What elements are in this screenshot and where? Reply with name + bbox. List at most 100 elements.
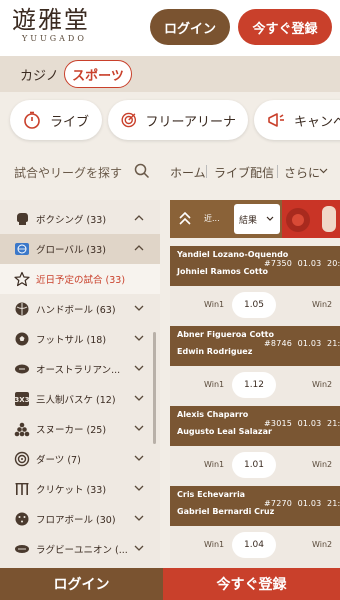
- sidebar-scrollbar[interactable]: [153, 332, 156, 444]
- match-id: #7270: [264, 499, 293, 508]
- sidebar-item-handball[interactable]: ハンドボール (63): [0, 294, 160, 324]
- sidebar-item-aussie-rules[interactable]: オーストラリアン...: [0, 354, 160, 384]
- sidebar-item-cricket[interactable]: クリケット (33): [0, 474, 160, 504]
- match-header[interactable]: Alexis Chaparro Augusto Leal Salazar #30…: [170, 406, 340, 446]
- floorball-icon: [15, 512, 29, 526]
- chevron-down-icon[interactable]: [134, 485, 144, 491]
- win2-label: Win2: [312, 540, 333, 549]
- sidebar-item-label: 近日予定の試合 (33): [36, 275, 126, 286]
- quick-chips: ライブ フリーアリーナ キャンペ: [0, 92, 340, 148]
- match-odds-row: Win1 1.04 Win2: [170, 526, 340, 568]
- category-tabs: カジノ スポーツ: [0, 56, 340, 92]
- away-player: Johniel Ramos Cotto: [177, 267, 269, 276]
- match-filter-bar: 近... 結果: [170, 200, 340, 238]
- match-time: 21:30: [326, 419, 340, 428]
- chip-free-arena[interactable]: フリーアリーナ: [108, 100, 248, 140]
- chevron-down-icon[interactable]: [134, 455, 144, 461]
- globe-flag-icon: [15, 243, 29, 255]
- match-meta: #3015 01.03 21:30: [264, 419, 340, 428]
- match-header[interactable]: Cris Echevarria Gabriel Bernardi Cruz #7…: [170, 486, 340, 526]
- sidebar-item-darts[interactable]: ダーツ (7): [0, 444, 160, 474]
- sidebar-item-global[interactable]: グローバル (33): [0, 234, 160, 264]
- chevron-down-icon[interactable]: [319, 168, 328, 174]
- search-icon[interactable]: [134, 163, 150, 179]
- odds-button[interactable]: 1.01: [232, 452, 276, 478]
- home-player: Cris Echevarria: [177, 490, 246, 499]
- sidebar-item-label: オーストラリアン...: [36, 365, 121, 376]
- nav-home-link[interactable]: ホーム: [170, 164, 206, 181]
- away-player: Edwin Rodriguez: [177, 347, 253, 356]
- nav-divider: [277, 165, 278, 178]
- aussie-ball-icon: [15, 364, 29, 374]
- sidebar-item-label: 三人制バスケ (12): [36, 395, 116, 406]
- match-id: #3015: [264, 419, 293, 428]
- chevron-down-icon[interactable]: [134, 335, 144, 341]
- chevron-up-icon[interactable]: [134, 245, 144, 251]
- logo-text: 遊雅堂: [12, 6, 90, 34]
- chevron-down-icon[interactable]: [134, 515, 144, 521]
- boxing-glove-icon: [17, 213, 28, 225]
- register-button-bottom[interactable]: 今すぐ登録: [163, 568, 340, 600]
- home-player: Yandiel Lozano-Oquendo: [177, 250, 289, 259]
- yuugado-logo[interactable]: 遊雅堂 YUUGADO: [12, 6, 112, 44]
- sidebar-item-label: ボクシング (33): [36, 215, 107, 226]
- chip-live[interactable]: ライブ: [10, 100, 102, 140]
- sidebar-item-futsal[interactable]: フットサル (18): [0, 324, 160, 354]
- chevron-down-icon[interactable]: [134, 365, 144, 371]
- match-header[interactable]: Abner Figueroa Cotto Edwin Rodriguez #87…: [170, 326, 340, 366]
- away-player: Gabriel Bernardi Cruz: [177, 507, 275, 516]
- tab-casino[interactable]: カジノ: [20, 65, 59, 84]
- chip-campaign[interactable]: キャンペ: [254, 100, 340, 140]
- sidebar-item-3x3-basketball[interactable]: 3X3 三人制バスケ (12): [0, 384, 160, 414]
- register-button[interactable]: 今すぐ登録: [238, 9, 332, 45]
- sidebar-item-label: フロアボール (30): [36, 515, 116, 526]
- result-filter-select[interactable]: 結果: [234, 204, 280, 234]
- win1-label: Win1: [204, 540, 225, 549]
- chip-campaign-label: キャンペ: [294, 114, 340, 130]
- home-player: Alexis Chaparro: [177, 410, 249, 419]
- top-header: 遊雅堂 YUUGADO ログイン 今すぐ登録: [0, 0, 340, 56]
- odds-button[interactable]: 1.04: [232, 532, 276, 558]
- chevron-down-icon[interactable]: [134, 305, 144, 311]
- sidebar-item-boxing[interactable]: ボクシング (33): [0, 204, 160, 234]
- star-icon: [14, 271, 30, 287]
- sports-sidebar: ボクシング (33) グローバル (33) 近日予定の試合 (33) ハンドボー…: [0, 200, 160, 568]
- odds-button[interactable]: 1.05: [232, 292, 276, 318]
- tab-sports[interactable]: スポーツ: [64, 60, 132, 88]
- match-meta: #7270 01.03 21:30: [264, 499, 340, 508]
- chip-live-label: ライブ: [50, 114, 90, 130]
- dartboard-icon: [14, 451, 30, 467]
- snooker-icon: [14, 422, 30, 437]
- chevron-down-icon[interactable]: [134, 545, 144, 551]
- sidebar-item-label: ラグビーユニオン (...: [36, 545, 128, 556]
- nav-more-link[interactable]: さらに: [284, 164, 320, 181]
- match-date: 01.03: [297, 419, 322, 428]
- sidebar-item-snooker[interactable]: スヌーカー (25): [0, 414, 160, 444]
- match-odds-row: Win1 1.12 Win2: [170, 366, 340, 408]
- banner-art: [282, 200, 340, 238]
- search-nav-row: 試合やリーグを探す ホーム ライブ配信 さらに: [0, 152, 340, 192]
- win2-label: Win2: [312, 460, 333, 469]
- sidebar-item-floorball[interactable]: フロアボール (30): [0, 504, 160, 534]
- win2-label: Win2: [312, 380, 333, 389]
- chevron-up-icon[interactable]: [134, 215, 144, 221]
- megaphone-icon: [268, 113, 284, 127]
- match-header[interactable]: Yandiel Lozano-Oquendo Johniel Ramos Cot…: [170, 246, 340, 286]
- home-player: Abner Figueroa Cotto: [177, 330, 274, 339]
- nav-live-stream-link[interactable]: ライブ配信: [214, 164, 274, 181]
- search-input[interactable]: 試合やリーグを探す: [14, 164, 122, 181]
- collapse-icon[interactable]: [178, 212, 192, 226]
- sidebar-item-label: クリケット (33): [36, 485, 107, 496]
- sidebar-item-upcoming[interactable]: 近日予定の試合 (33): [0, 264, 160, 294]
- svg-text:3X3: 3X3: [14, 396, 29, 404]
- chevron-down-icon[interactable]: [134, 425, 144, 431]
- odds-button[interactable]: 1.12: [232, 372, 276, 398]
- sidebar-item-rugby-union[interactable]: ラグビーユニオン (...: [0, 534, 160, 564]
- login-button[interactable]: ログイン: [150, 9, 230, 45]
- chevron-down-icon[interactable]: [134, 395, 144, 401]
- login-button-bottom[interactable]: ログイン: [0, 568, 163, 600]
- win2-label: Win2: [312, 300, 333, 309]
- rugby-ball-icon: [15, 545, 29, 553]
- match-time: 21:30: [326, 499, 340, 508]
- sidebar-item-label: フットサル (18): [36, 335, 107, 346]
